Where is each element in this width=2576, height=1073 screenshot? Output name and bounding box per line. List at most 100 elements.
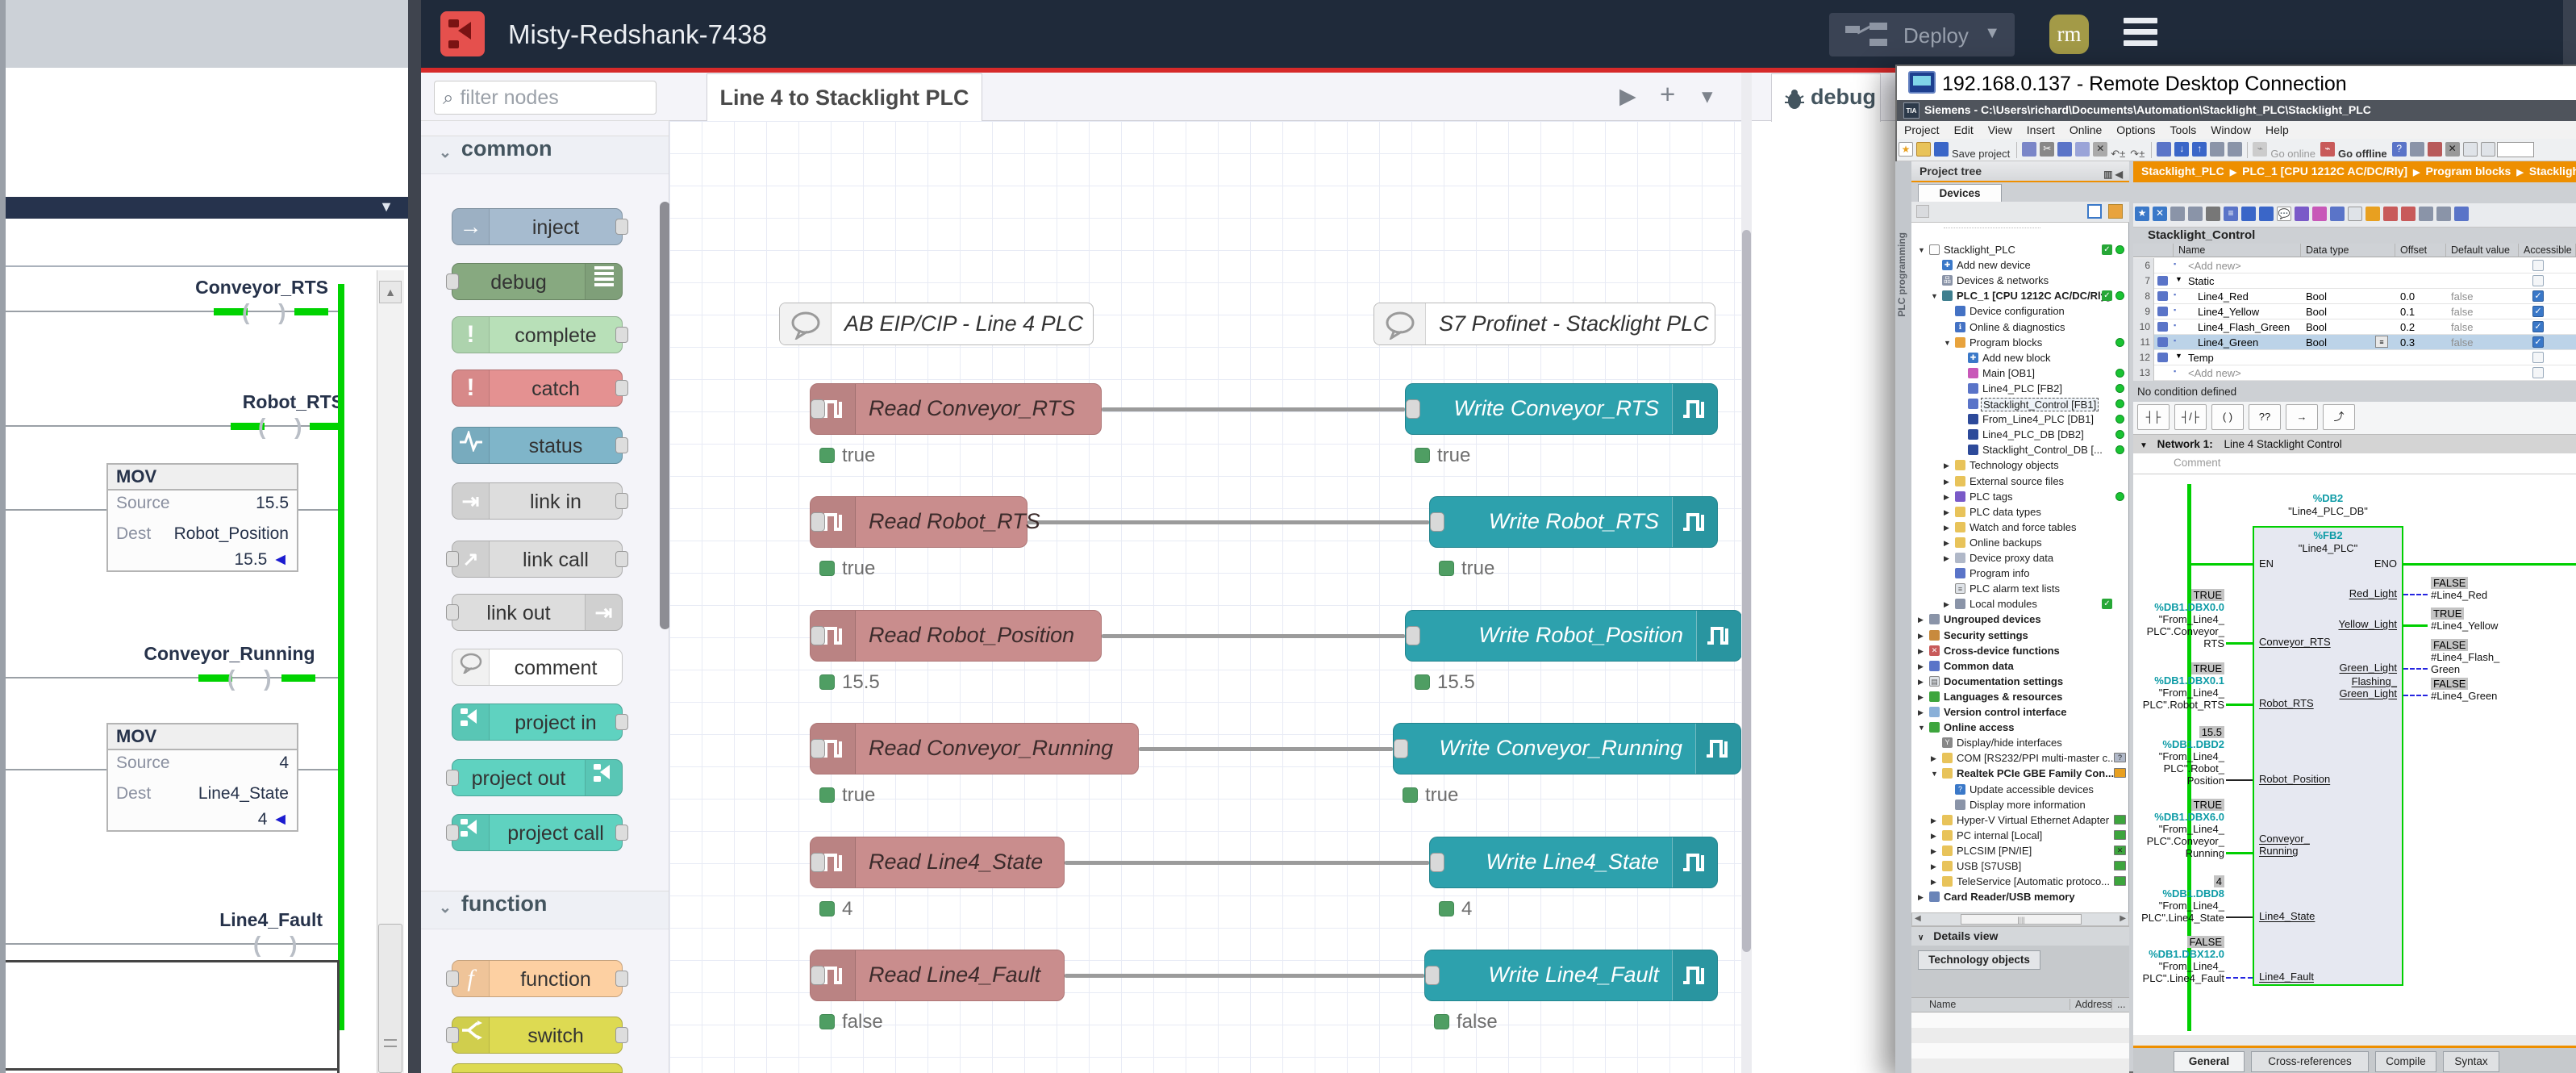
group-expander-icon[interactable]: ▼ xyxy=(2175,352,2182,360)
tree-item[interactable]: ▶PC internal [Local] xyxy=(1911,828,2129,843)
node-output-port[interactable] xyxy=(811,966,825,985)
mov-instruction[interactable]: MOVSource4DestLine4_State4 ◄ xyxy=(106,723,298,832)
inspector-tab-compile[interactable]: Compile xyxy=(2375,1051,2436,1072)
tab-technology-objects[interactable]: Technology objects xyxy=(1918,950,2040,970)
tree-item[interactable]: Main [OB1] xyxy=(1911,365,2129,381)
tree-item[interactable]: ▶PLC tags xyxy=(1911,489,2129,504)
redo-icon[interactable]: ↷± xyxy=(2130,148,2145,161)
add-flow-button[interactable]: + xyxy=(1660,79,1675,110)
flow-wire[interactable] xyxy=(1139,747,1393,751)
tree-expander-icon[interactable]: ▶ xyxy=(1931,832,1936,841)
tree-item[interactable]: ▶Security settings xyxy=(1911,628,2129,643)
tree-item[interactable]: ▼Realtek PCIe GBE Family Con... xyxy=(1911,766,2129,781)
lad-instruction-button-5[interactable]: ⤴ xyxy=(2323,404,2355,430)
start-cpu-icon[interactable] xyxy=(2210,142,2224,157)
column-header-offset[interactable]: Offset xyxy=(2395,244,2446,257)
tag-toolbar-icon-13[interactable] xyxy=(2366,207,2380,221)
scroll-right-icon[interactable]: ▶ xyxy=(2120,914,2126,923)
ladder-scrollbar-thumb[interactable] xyxy=(378,924,402,1073)
column-header-accessible[interactable]: Accessible xyxy=(2519,244,2576,257)
tag-row[interactable]: 12▼Temp xyxy=(2133,350,2576,365)
node-input-port[interactable] xyxy=(446,604,459,620)
tree-item[interactable]: ▶Watch and force tables xyxy=(1911,520,2129,535)
node-output-port[interactable] xyxy=(615,380,628,396)
ladder-collapsed-panel-bar[interactable]: ▼ xyxy=(6,197,408,219)
tree-item[interactable]: ▼Online access xyxy=(1911,720,2129,735)
node-output-port[interactable] xyxy=(615,551,628,567)
tree-item[interactable]: ▶COM [RS232/PPI multi-master c...? xyxy=(1911,750,2129,766)
tag-row[interactable]: 7▼Static xyxy=(2133,273,2576,289)
panel-collapse-icon[interactable]: ▥ ◀ xyxy=(2103,165,2123,184)
flow-wire[interactable] xyxy=(1027,520,1429,524)
tree-expander-icon[interactable]: ▼ xyxy=(1931,770,1938,778)
menu-online[interactable]: Online xyxy=(2070,121,2102,139)
flow-canvas[interactable]: AB EIP/CIP - Line 4 PLCS7 Profinet - Sta… xyxy=(669,121,1741,1073)
window-icon[interactable] xyxy=(2410,142,2424,157)
accessible-checkbox[interactable]: ✓ xyxy=(2532,290,2544,302)
tag-toolbar-icon-6[interactable] xyxy=(2241,207,2256,221)
tag-toolbar-icon-1[interactable]: ✕ xyxy=(2153,207,2167,221)
write-node[interactable]: Write Robot_Position xyxy=(1405,610,1741,662)
breadcrumb-item[interactable]: Program blocks xyxy=(2426,165,2511,177)
window2-icon[interactable] xyxy=(2428,142,2442,157)
stop-cpu-icon[interactable] xyxy=(2228,142,2242,157)
tag-toolbar-icon-15[interactable] xyxy=(2401,207,2416,221)
node-output-port[interactable] xyxy=(615,437,628,453)
palette-node-function[interactable]: ffunction xyxy=(452,960,623,997)
read-node[interactable]: Read Conveyor_RTS xyxy=(810,383,1102,435)
tree-item[interactable]: Stacklight_Control [FB1] xyxy=(1911,396,2129,411)
upload-icon[interactable]: ↑ xyxy=(2192,142,2207,157)
node-output-port[interactable] xyxy=(811,512,825,532)
tag-row[interactable]: 10▪Line4_Flash_GreenBool0.2false✓ xyxy=(2133,319,2576,335)
type-picker-button[interactable]: ≡ xyxy=(2375,336,2388,348)
tree-item[interactable]: From_Line4_PLC [DB1] xyxy=(1911,411,2129,427)
palette-node-inject[interactable]: →inject xyxy=(452,208,623,245)
tree-item[interactable]: ▶Version control interface xyxy=(1911,704,2129,720)
inspector-tab-syntax[interactable]: Syntax xyxy=(2443,1051,2499,1072)
tree-item[interactable]: ≡PLC alarm text lists xyxy=(1911,581,2129,596)
copy-icon[interactable] xyxy=(2057,142,2072,157)
node-input-port[interactable] xyxy=(1406,399,1420,419)
write-node[interactable]: Write Line4_State xyxy=(1429,837,1718,888)
tree-expander-icon[interactable]: ▶ xyxy=(1918,893,1924,902)
lad-instruction-button-3[interactable]: ?? xyxy=(2249,404,2281,430)
add-new-placeholder[interactable]: <Add new> xyxy=(2188,367,2241,379)
menu-project[interactable]: Project xyxy=(1904,121,1940,139)
tab-devices[interactable]: Devices xyxy=(1918,184,2002,202)
tree-expander-icon[interactable]: ▶ xyxy=(1944,600,1949,609)
tree-item[interactable]: Program info xyxy=(1911,566,2129,581)
tree-item[interactable]: ▶Card Reader/USB memory xyxy=(1911,889,2129,904)
flow-tab[interactable]: Line 4 to Stacklight PLC xyxy=(707,73,982,122)
palette-node-switch[interactable]: switch xyxy=(452,1017,623,1054)
palette-node-link out[interactable]: ⇥link out xyxy=(452,594,623,631)
tree-item[interactable]: ▼Stacklight_PLC✓ xyxy=(1911,242,2129,257)
lad-instruction-button-0[interactable]: ┤├ xyxy=(2137,404,2170,430)
node-input-port[interactable] xyxy=(1406,626,1420,645)
menu-view[interactable]: View xyxy=(1988,121,2012,139)
tree-expander-icon[interactable]: ▶ xyxy=(1944,461,1949,470)
main-menu-button[interactable] xyxy=(2124,18,2157,50)
tree-item[interactable]: ▶Device proxy data xyxy=(1911,550,2129,566)
paste-icon[interactable] xyxy=(2075,142,2090,157)
node-output-port[interactable] xyxy=(615,219,628,235)
tag-row[interactable]: 13<Add new>▪ xyxy=(2133,365,2576,381)
tag-toolbar-icon-10[interactable] xyxy=(2312,207,2327,221)
accessible-checkbox[interactable] xyxy=(2532,352,2544,363)
group-expander-icon[interactable]: ▼ xyxy=(2175,275,2182,283)
tree-item[interactable]: ▶▤Documentation settings xyxy=(1911,674,2129,689)
tree-item[interactable]: 品Devices & networks xyxy=(1911,273,2129,288)
tree-expander-icon[interactable]: ▶ xyxy=(1931,816,1936,825)
add-new-placeholder[interactable]: <Add new> xyxy=(2188,260,2241,272)
chevron-down-icon[interactable]: ▼ xyxy=(2140,441,2148,450)
menu-insert[interactable]: Insert xyxy=(2027,121,2055,139)
write-node[interactable]: Write Conveyor_RTS xyxy=(1405,383,1718,435)
tree-item[interactable]: ✚Add new block xyxy=(1911,350,2129,365)
lad-network-canvas[interactable]: %DB2"Line4_PLC_DB"%FB2"Line4_PLC"ENENOCo… xyxy=(2133,474,2576,1035)
tree-expander-icon[interactable]: ▶ xyxy=(1944,554,1949,563)
tree-item[interactable]: ▼Program blocks xyxy=(1911,335,2129,350)
node-input-port[interactable] xyxy=(1425,966,1440,985)
tree-expander-icon[interactable]: ▶ xyxy=(1944,493,1949,502)
flow-wire[interactable] xyxy=(1102,407,1405,411)
node-output-port[interactable] xyxy=(615,1027,628,1043)
node-output-port[interactable] xyxy=(615,327,628,343)
